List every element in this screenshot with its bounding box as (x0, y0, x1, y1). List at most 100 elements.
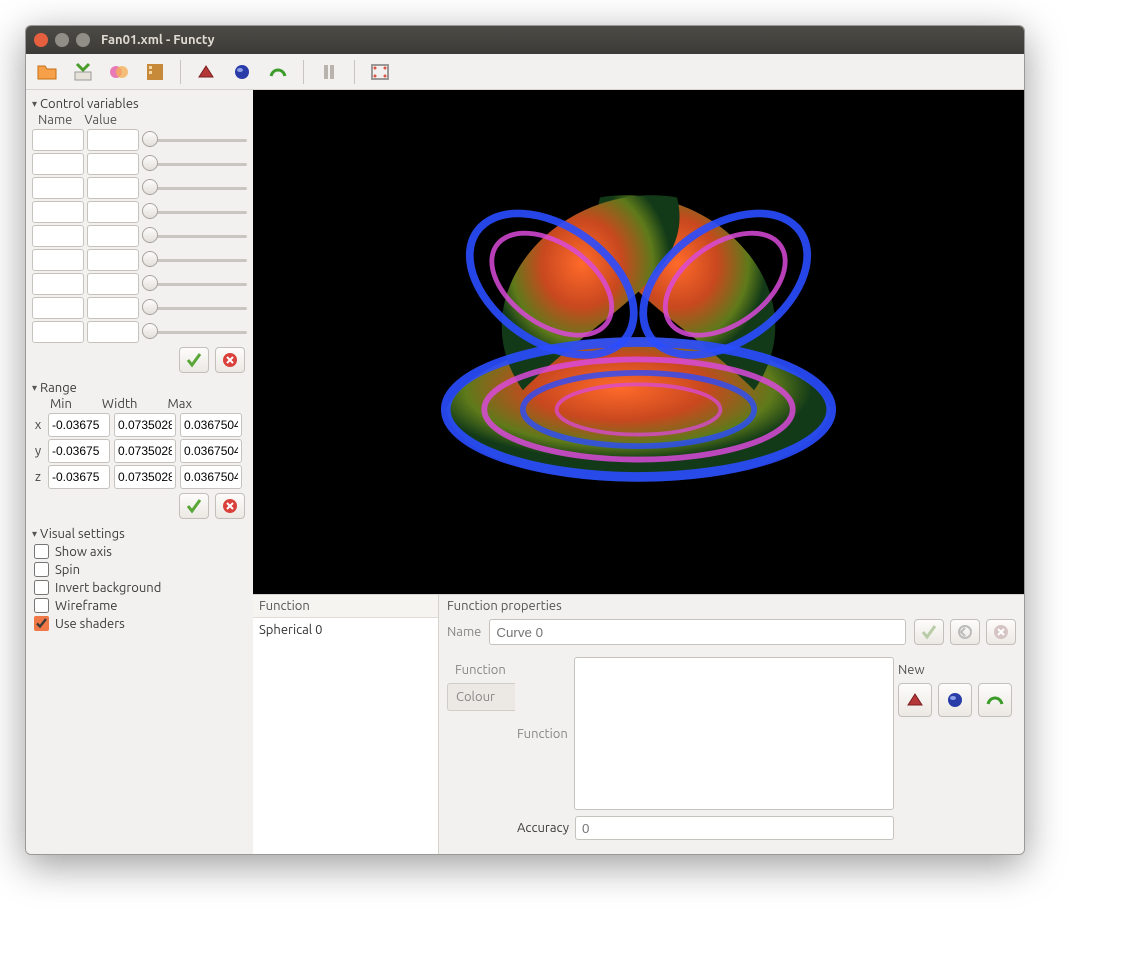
cancel-range-button[interactable] (215, 493, 245, 519)
show-axis-label: Show axis (55, 545, 112, 559)
delete-function-button[interactable] (986, 619, 1016, 645)
visual-settings-header[interactable]: Visual settings (32, 527, 247, 541)
cv-value-input[interactable] (87, 321, 139, 343)
cv-value-input[interactable] (87, 129, 139, 151)
function-list-header[interactable]: Function (253, 595, 438, 618)
range-max-input[interactable] (180, 465, 242, 489)
cv-slider[interactable] (142, 322, 247, 342)
range-axis-label: z (32, 470, 44, 484)
new-curve-button[interactable] (978, 683, 1012, 717)
cv-name-input[interactable] (32, 297, 84, 319)
toolbar-separator (180, 60, 181, 84)
cv-name-input[interactable] (32, 201, 84, 223)
close-icon[interactable] (34, 33, 48, 47)
cv-name-input[interactable] (32, 177, 84, 199)
cv-value-input[interactable] (87, 201, 139, 223)
export-3d-button[interactable] (104, 58, 134, 86)
cv-name-input[interactable] (32, 153, 84, 175)
cv-value-input[interactable] (87, 225, 139, 247)
tab-colour[interactable]: Colour (447, 683, 515, 711)
range-min-input[interactable] (48, 413, 110, 437)
cv-slider[interactable] (142, 250, 247, 270)
apply-function-button[interactable] (914, 619, 944, 645)
revert-function-button[interactable] (950, 619, 980, 645)
range-columns: Min Width Max (32, 397, 247, 411)
cv-slider[interactable] (142, 154, 247, 174)
add-cartesian-button[interactable] (191, 58, 221, 86)
fullscreen-button[interactable] (365, 58, 395, 86)
accuracy-input[interactable] (575, 816, 894, 840)
use-shaders-checkbox[interactable] (34, 616, 49, 631)
function-name-input[interactable] (489, 619, 906, 645)
cv-slider[interactable] (142, 226, 247, 246)
export-animation-button[interactable] (140, 58, 170, 86)
cv-name-input[interactable] (32, 249, 84, 271)
wireframe-checkbox[interactable] (34, 598, 49, 613)
range-min-input[interactable] (48, 439, 110, 463)
window-title: Fan01.xml - Functy (101, 33, 215, 47)
control-variables-columns: Name Value (32, 113, 247, 127)
cv-value-input[interactable] (87, 273, 139, 295)
range-min-input[interactable] (48, 465, 110, 489)
pause-button[interactable] (314, 58, 344, 86)
cv-slider[interactable] (142, 274, 247, 294)
range-header[interactable]: Range (32, 381, 247, 395)
maximize-icon[interactable] (76, 33, 90, 47)
cancel-variables-button[interactable] (215, 347, 245, 373)
function-list: Function Spherical 0 (253, 595, 439, 854)
control-variables-header[interactable]: Control variables (32, 97, 247, 111)
add-curve-button[interactable] (263, 58, 293, 86)
use-shaders-label: Use shaders (55, 617, 125, 631)
minimize-icon[interactable] (55, 33, 69, 47)
cv-slider[interactable] (142, 202, 247, 222)
titlebar[interactable]: Fan01.xml - Functy (26, 26, 1024, 54)
range-axis-label: y (32, 444, 44, 458)
range-min-label: Min (50, 397, 72, 411)
range-width-input[interactable] (114, 465, 176, 489)
cv-slider[interactable] (142, 178, 247, 198)
fp-name-label: Name (447, 625, 481, 639)
wireframe-label: Wireframe (55, 599, 117, 613)
apply-range-button[interactable] (179, 493, 209, 519)
new-cartesian-button[interactable] (898, 683, 932, 717)
cv-value-input[interactable] (87, 249, 139, 271)
cv-slider[interactable] (142, 298, 247, 318)
cv-slider[interactable] (142, 130, 247, 150)
range-width-label: Width (102, 397, 138, 411)
function-list-item[interactable]: Spherical 0 (253, 618, 438, 642)
cv-name-input[interactable] (32, 273, 84, 295)
cv-name-input[interactable] (32, 321, 84, 343)
new-spherical-button[interactable] (938, 683, 972, 717)
cv-value-input[interactable] (87, 297, 139, 319)
accuracy-label: Accuracy (517, 821, 569, 835)
new-function-panel: New (898, 663, 1016, 717)
range-width-input[interactable] (114, 413, 176, 437)
show-axis-checkbox[interactable] (34, 544, 49, 559)
bottom-panel: Function Spherical 0 Function properties… (253, 594, 1024, 854)
range-width-input[interactable] (114, 439, 176, 463)
cv-name-input[interactable] (32, 129, 84, 151)
toolbar-separator-3 (354, 60, 355, 84)
spin-label: Spin (55, 563, 80, 577)
3d-viewport[interactable] (253, 90, 1024, 594)
save-file-button[interactable] (68, 58, 98, 86)
cv-value-input[interactable] (87, 153, 139, 175)
toolbar (26, 54, 1024, 90)
new-label: New (898, 663, 1016, 677)
fp-function-label: Function (517, 657, 568, 810)
apply-variables-button[interactable] (179, 347, 209, 373)
range-max-input[interactable] (180, 413, 242, 437)
tab-function[interactable]: Function (447, 657, 515, 683)
range-axis-label: x (32, 418, 44, 432)
range-max-input[interactable] (180, 439, 242, 463)
open-file-button[interactable] (32, 58, 62, 86)
function-formula-input[interactable] (574, 657, 894, 810)
app-window: Fan01.xml - Functy (25, 25, 1025, 855)
add-spherical-button[interactable] (227, 58, 257, 86)
spin-checkbox[interactable] (34, 562, 49, 577)
cv-value-input[interactable] (87, 177, 139, 199)
invert-background-checkbox[interactable] (34, 580, 49, 595)
cv-name-label: Name (38, 113, 72, 127)
cv-name-input[interactable] (32, 225, 84, 247)
range-max-label: Max (167, 397, 192, 411)
